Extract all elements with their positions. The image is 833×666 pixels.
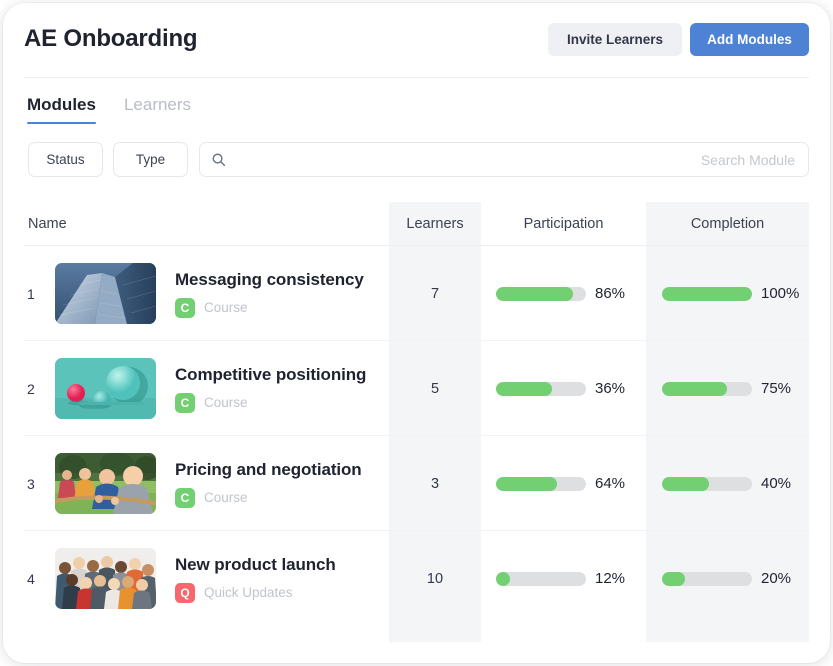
table-row[interactable]: 1 — [3, 246, 830, 341]
module-thumbnail — [55, 263, 156, 324]
learners-count: 3 — [389, 436, 481, 531]
type-label: Course — [204, 300, 248, 315]
completion-progress-bar — [662, 287, 752, 301]
tab-learners[interactable]: Learners — [124, 95, 191, 124]
completion-progress-bar — [662, 382, 752, 396]
module-title: Competitive positioning — [175, 365, 366, 385]
row-index: 3 — [27, 436, 35, 531]
participation-value: 36% — [595, 380, 625, 397]
module-title: New product launch — [175, 555, 336, 575]
completion-value: 20% — [761, 570, 791, 587]
participation-progress-bar — [496, 477, 586, 491]
completion-cell: 100% — [662, 246, 799, 341]
type-label: Quick Updates — [204, 585, 293, 600]
filter-bar: Status Type — [28, 142, 188, 177]
module-info: Competitive positioning C Course — [175, 341, 366, 436]
type-badge-icon: C — [175, 298, 195, 318]
completion-value: 75% — [761, 380, 791, 397]
table-row[interactable]: 3 — [3, 436, 830, 531]
row-index: 4 — [27, 531, 35, 626]
participation-cell: 36% — [496, 341, 625, 436]
participation-value: 12% — [595, 570, 625, 587]
module-title: Pricing and negotiation — [175, 460, 362, 480]
modules-card: AE Onboarding Invite Learners Add Module… — [3, 3, 830, 663]
type-badge-icon: Q — [175, 583, 195, 603]
participation-progress-bar — [496, 382, 586, 396]
search-input[interactable] — [226, 152, 808, 168]
module-thumbnail — [55, 358, 156, 419]
search-icon — [211, 152, 226, 167]
column-header-completion[interactable]: Completion — [646, 202, 809, 245]
table-row[interactable]: 4 — [3, 531, 830, 626]
header-divider — [24, 77, 809, 78]
completion-value: 40% — [761, 475, 791, 492]
column-header-name[interactable]: Name — [28, 202, 67, 245]
participation-progress-bar — [496, 572, 586, 586]
module-type: C Course — [175, 488, 362, 508]
add-modules-button[interactable]: Add Modules — [690, 23, 809, 56]
completion-progress-bar — [662, 477, 752, 491]
completion-cell: 40% — [662, 436, 791, 531]
invite-learners-button[interactable]: Invite Learners — [548, 23, 682, 56]
type-label: Course — [204, 490, 248, 505]
completion-value: 100% — [761, 285, 799, 302]
completion-cell: 20% — [662, 531, 791, 626]
module-type: C Course — [175, 393, 366, 413]
column-header-learners[interactable]: Learners — [389, 202, 481, 245]
participation-value: 64% — [595, 475, 625, 492]
search-box[interactable] — [199, 142, 809, 177]
module-title: Messaging consistency — [175, 270, 364, 290]
page-header: AE Onboarding Invite Learners Add Module… — [3, 3, 830, 77]
module-info: Messaging consistency C Course — [175, 246, 364, 341]
module-thumbnail — [55, 453, 156, 514]
module-type: Q Quick Updates — [175, 583, 336, 603]
type-badge-icon: C — [175, 488, 195, 508]
tab-bar: Modules Learners — [27, 95, 191, 124]
module-info: Pricing and negotiation C Course — [175, 436, 362, 531]
tab-modules[interactable]: Modules — [27, 95, 96, 124]
module-info: New product launch Q Quick Updates — [175, 531, 336, 626]
participation-cell: 12% — [496, 531, 625, 626]
participation-cell: 64% — [496, 436, 625, 531]
type-badge-icon: C — [175, 393, 195, 413]
table-row[interactable]: 2 — [3, 341, 830, 436]
page-title: AE Onboarding — [24, 25, 197, 53]
modules-table: Name Learners Participation Completion 1 — [3, 202, 830, 642]
completion-cell: 75% — [662, 341, 791, 436]
table-header-row: Name Learners Participation Completion — [3, 202, 830, 245]
learners-count: 10 — [389, 531, 481, 626]
status-filter-button[interactable]: Status — [28, 142, 103, 177]
learners-count: 5 — [389, 341, 481, 436]
module-type: C Course — [175, 298, 364, 318]
learners-count: 7 — [389, 246, 481, 341]
participation-progress-bar — [496, 287, 586, 301]
row-index: 2 — [27, 341, 35, 436]
row-index: 1 — [27, 246, 35, 341]
participation-cell: 86% — [496, 246, 625, 341]
participation-value: 86% — [595, 285, 625, 302]
completion-progress-bar — [662, 572, 752, 586]
column-header-participation[interactable]: Participation — [481, 202, 646, 245]
type-filter-button[interactable]: Type — [113, 142, 188, 177]
type-label: Course — [204, 395, 248, 410]
module-thumbnail — [55, 548, 156, 609]
